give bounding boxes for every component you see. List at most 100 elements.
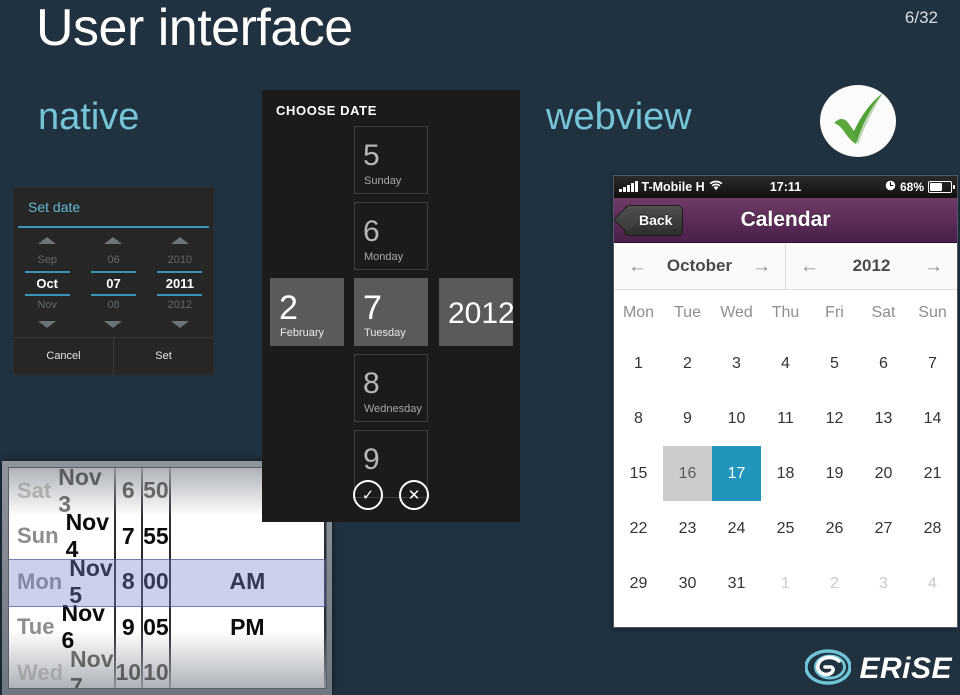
year-label: 2012 (852, 256, 891, 275)
calendar-day[interactable]: 25 (761, 501, 810, 556)
day-spinner[interactable]: 06 07 08 (80, 228, 146, 336)
ios-minute-cell[interactable]: 55 (143, 514, 169, 560)
ios-ampm-wheel[interactable]: AM PM (171, 468, 326, 688)
ios-ampm-cell-selected[interactable]: AM (171, 559, 324, 605)
wp-year-tile-selected[interactable]: 2012 (439, 278, 515, 346)
ios-date-cell[interactable]: Tue Nov 6 (9, 600, 114, 653)
ios-hour-cell-selected[interactable]: 8 (116, 559, 142, 605)
calendar-day[interactable]: 11 (761, 391, 810, 446)
month-decrement-arrow-icon[interactable] (38, 321, 57, 328)
calendar-day-adjacent-month[interactable]: 2 (810, 556, 859, 611)
day-decrement-arrow-icon[interactable] (104, 321, 123, 328)
ios-minute-cell-selected[interactable]: 00 (143, 559, 169, 605)
set-button[interactable]: Set (113, 338, 213, 374)
day-current-value[interactable]: 07 (80, 276, 146, 291)
calendar-day[interactable]: 14 (908, 391, 957, 446)
month-prev-arrow-icon[interactable]: ← (628, 257, 647, 276)
ios-date-cell-selected[interactable]: Mon Nov 5 (9, 555, 114, 608)
year-divider-top (157, 271, 203, 273)
calendar-day[interactable]: 3 (712, 336, 761, 391)
month-next-value[interactable]: Nov (14, 299, 80, 311)
ios-date-cell[interactable]: Wed Nov 7 (9, 646, 114, 688)
ios-date-cell[interactable]: Sun Nov 4 (9, 509, 114, 562)
ios-hour-cell[interactable]: 6 (116, 468, 142, 514)
calendar-day-adjacent-month[interactable]: 4 (908, 556, 957, 611)
ios-minute-cell[interactable]: 50 (143, 468, 169, 514)
ios-hour-cell[interactable]: 9 (116, 605, 142, 651)
calendar-day[interactable]: 5 (810, 336, 859, 391)
year-next-value[interactable]: 2012 (147, 299, 213, 311)
wp-day-tile[interactable]: 8 Wednesday (354, 354, 428, 422)
calendar-day-adjacent-month[interactable]: 3 (859, 556, 908, 611)
calendar-day[interactable]: 6 (859, 336, 908, 391)
calendar-day[interactable]: 15 (614, 446, 663, 501)
month-next-arrow-icon[interactable]: → (752, 257, 771, 276)
calendar-day-adjacent-month[interactable]: 1 (761, 556, 810, 611)
calendar-day[interactable]: 21 (908, 446, 957, 501)
cancel-button[interactable]: Cancel (14, 338, 113, 374)
calendar-day[interactable]: 20 (859, 446, 908, 501)
ios-datetime-picker[interactable]: Sat Nov 3 Sun Nov 4 Mon Nov 5 Tue Nov 6 … (2, 461, 332, 695)
calendar-day[interactable]: 18 (761, 446, 810, 501)
ios-date-wheel[interactable]: Sat Nov 3 Sun Nov 4 Mon Nov 5 Tue Nov 6 … (9, 468, 116, 688)
calendar-day[interactable]: 30 (663, 556, 712, 611)
calendar-day[interactable]: 8 (614, 391, 663, 446)
year-current-value[interactable]: 2011 (147, 276, 213, 291)
year-previous-value[interactable]: 2010 (147, 254, 213, 266)
year-decrement-arrow-icon[interactable] (170, 321, 189, 328)
calendar-day[interactable]: 1 (614, 336, 663, 391)
ios-ampm-cell[interactable] (171, 650, 324, 688)
calendar-day[interactable]: 28 (908, 501, 957, 556)
calendar-day[interactable]: 26 (810, 501, 859, 556)
day-previous-value[interactable]: 06 (80, 254, 146, 266)
year-next-arrow-icon[interactable]: → (924, 257, 943, 276)
ios-date-cell[interactable]: Sat Nov 3 (9, 468, 114, 517)
wp-day-tile[interactable]: 6 Monday (354, 202, 428, 270)
ios-date-weekday: Sat (17, 477, 52, 503)
wp-day-number: 5 (363, 139, 380, 172)
calendar-day[interactable]: 12 (810, 391, 859, 446)
year-prev-arrow-icon[interactable]: ← (800, 257, 819, 276)
wp-month-tile-selected[interactable]: 2 February (270, 278, 344, 346)
calendar-day[interactable]: 27 (859, 501, 908, 556)
year-increment-arrow-icon[interactable] (170, 237, 189, 244)
year-spinner[interactable]: 2010 2011 2012 (147, 228, 213, 336)
calendar-day[interactable]: 4 (761, 336, 810, 391)
android-set-date-dialog: Set date Sep Oct Nov 06 07 08 2010 2011 … (14, 188, 213, 374)
calendar-day[interactable]: 31 (712, 556, 761, 611)
calendar-day[interactable]: 24 (712, 501, 761, 556)
wp-cancel-button[interactable]: ✕ (399, 480, 429, 510)
calendar-day[interactable]: 2 (663, 336, 712, 391)
month-increment-arrow-icon[interactable] (38, 237, 57, 244)
wp-day-tile-selected[interactable]: 7 Tuesday (354, 278, 428, 346)
month-previous-value[interactable]: Sep (14, 254, 80, 266)
calendar-day[interactable]: 9 (663, 391, 712, 446)
ios-ampm-cell[interactable] (171, 468, 324, 514)
ios-hour-cell[interactable]: 10 (116, 650, 142, 688)
calendar-day[interactable]: 7 (908, 336, 957, 391)
ios-picker-wheels[interactable]: Sat Nov 3 Sun Nov 4 Mon Nov 5 Tue Nov 6 … (8, 467, 327, 689)
wp-day-tile[interactable]: 5 Sunday (354, 126, 428, 194)
day-increment-arrow-icon[interactable] (104, 237, 123, 244)
calendar-day[interactable]: 23 (663, 501, 712, 556)
month-current-value[interactable]: Oct (14, 276, 80, 291)
calendar-day-selected[interactable]: 17 (712, 446, 761, 501)
ios-ampm-cell[interactable]: PM (171, 605, 324, 651)
ios-minute-cell[interactable]: 10 (143, 650, 169, 688)
ios-minute-wheel[interactable]: 50 55 00 05 10 (143, 468, 171, 688)
day-next-value[interactable]: 08 (80, 299, 146, 311)
calendar-day[interactable]: 19 (810, 446, 859, 501)
back-button[interactable]: Back (624, 204, 684, 236)
ios-minute-cell[interactable]: 05 (143, 605, 169, 651)
month-spinner[interactable]: Sep Oct Nov (14, 228, 80, 336)
android-dialog-title: Set date (28, 199, 81, 215)
ios-hour-wheel[interactable]: 6 7 8 9 10 (116, 468, 144, 688)
calendar-day[interactable]: 13 (859, 391, 908, 446)
calendar-day[interactable]: 22 (614, 501, 663, 556)
ios-ampm-cell[interactable] (171, 514, 324, 560)
wp-accept-button[interactable]: ✓ (353, 480, 383, 510)
ios-hour-cell[interactable]: 7 (116, 514, 142, 560)
calendar-day[interactable]: 10 (712, 391, 761, 446)
calendar-day[interactable]: 29 (614, 556, 663, 611)
calendar-day-today[interactable]: 16 (663, 446, 712, 501)
